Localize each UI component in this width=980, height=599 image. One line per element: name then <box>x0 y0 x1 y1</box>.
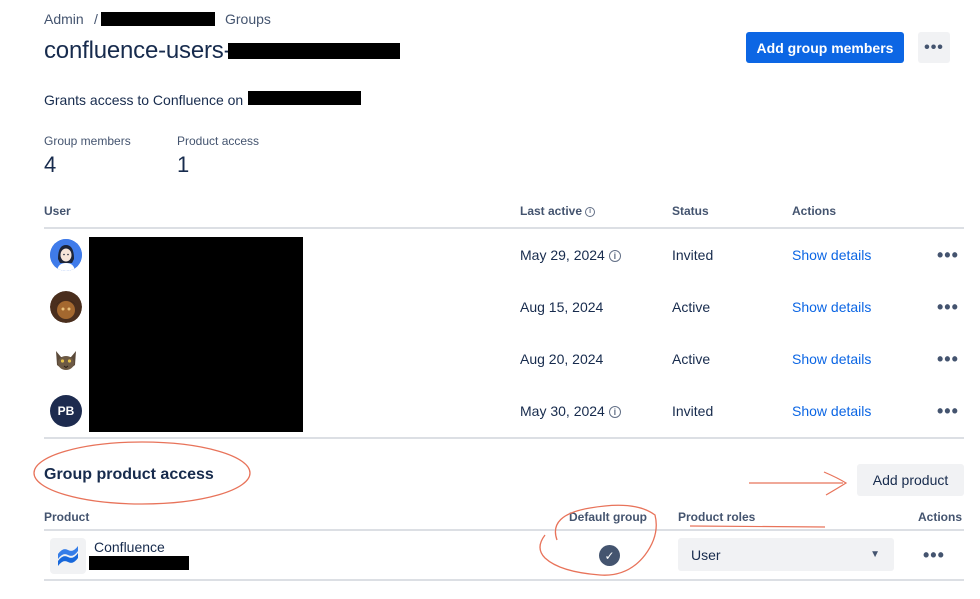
annotation-underline-roles <box>689 525 826 528</box>
redacted-product-site <box>89 556 189 570</box>
status-cell: Invited <box>672 247 714 263</box>
last-active-cell: May 30, 2024 i <box>520 403 621 419</box>
column-header-label: Last active <box>520 204 583 218</box>
initials-avatar[interactable]: PB <box>50 395 82 427</box>
show-details-link[interactable]: Show details <box>792 299 871 315</box>
product-name: Confluence <box>94 539 165 555</box>
info-icon[interactable]: i <box>608 406 621 419</box>
confluence-logo-icon <box>50 538 86 574</box>
column-header-actions: Actions <box>918 510 963 524</box>
stat-group-members: Group members 4 <box>44 134 131 178</box>
stat-label: Group members <box>44 134 131 148</box>
column-header-default-group: Default group <box>569 510 647 524</box>
redacted-org-name <box>101 12 215 26</box>
product-role-select[interactable]: User ▼ <box>678 538 894 571</box>
more-actions-button[interactable]: ••• <box>918 32 950 63</box>
row-more-icon[interactable]: ••• <box>937 402 959 420</box>
annotation-arrow-head <box>823 471 848 496</box>
stat-value: 4 <box>44 152 57 177</box>
add-group-members-button[interactable]: Add group members <box>746 32 904 63</box>
last-active-cell: Aug 20, 2024 <box>520 351 604 367</box>
last-active-cell: May 29, 2024 i <box>520 247 621 263</box>
status-cell: Active <box>672 351 711 367</box>
redacted-title-suffix <box>228 43 400 59</box>
column-header-last-active[interactable]: Last active i <box>520 204 596 218</box>
redacted-site-name <box>248 91 361 105</box>
last-active-value: May 29, 2024 <box>520 247 605 263</box>
section-title-product-access: Group product access <box>44 466 214 483</box>
chevron-down-icon: ▼ <box>870 549 880 560</box>
cat-avatar-icon[interactable] <box>50 343 82 375</box>
show-details-link[interactable]: Show details <box>792 247 871 263</box>
row-more-icon[interactable]: ••• <box>937 298 959 316</box>
page-title: confluence-users- <box>44 37 232 64</box>
show-details-link[interactable]: Show details <box>792 403 871 419</box>
column-header-user[interactable]: User <box>44 204 71 218</box>
table-header-divider <box>44 227 964 229</box>
column-header-status: Status <box>672 204 709 218</box>
column-header-product: Product <box>44 510 90 524</box>
status-cell: Active <box>672 299 711 315</box>
default-group-check-icon: ✓ <box>599 545 620 566</box>
stat-label: Product access <box>177 134 260 148</box>
row-more-icon[interactable]: ••• <box>937 350 959 368</box>
add-product-button[interactable]: Add product <box>857 464 964 496</box>
last-active-value: May 30, 2024 <box>520 403 605 419</box>
redacted-user-names <box>89 237 303 432</box>
product-more-icon[interactable]: ••• <box>923 546 945 564</box>
group-description: Grants access to Confluence on <box>44 92 244 108</box>
column-header-actions: Actions <box>792 204 837 218</box>
row-more-icon[interactable]: ••• <box>937 246 959 264</box>
breadcrumb-admin[interactable]: Admin <box>44 11 84 27</box>
stat-product-access: Product access 1 <box>177 134 259 178</box>
column-header-product-roles: Product roles <box>678 510 756 524</box>
last-active-cell: Aug 15, 2024 <box>520 299 604 315</box>
product-table-header-divider <box>44 529 964 531</box>
breadcrumb-groups[interactable]: Groups <box>225 11 271 27</box>
avatar-initials: PB <box>57 404 75 418</box>
product-table-footer-divider <box>44 579 964 581</box>
show-details-link[interactable]: Show details <box>792 351 871 367</box>
product-role-value: User <box>691 546 721 563</box>
photo-avatar-icon[interactable] <box>50 291 82 323</box>
breadcrumb-separator: / <box>94 11 98 27</box>
woman-avatar-icon[interactable] <box>50 239 82 271</box>
info-icon[interactable]: i <box>608 250 621 263</box>
info-icon[interactable]: i <box>585 206 596 217</box>
table-footer-divider <box>44 437 964 439</box>
stat-value: 1 <box>177 152 190 177</box>
status-cell: Invited <box>672 403 714 419</box>
more-icon: ••• <box>924 38 944 56</box>
